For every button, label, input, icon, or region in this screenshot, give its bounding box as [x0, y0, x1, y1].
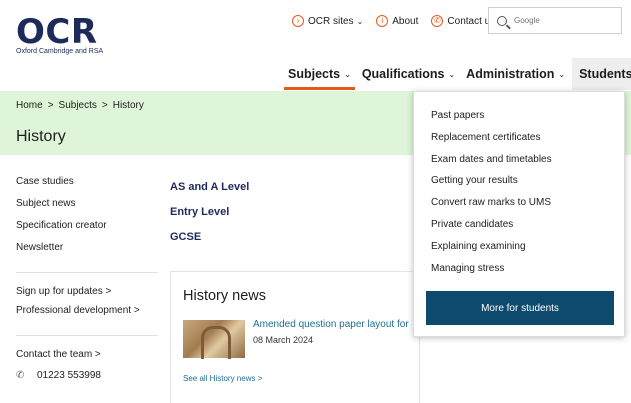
- news-panel: History news Amended question paper layo…: [170, 271, 420, 403]
- breadcrumb-separator: >: [47, 100, 54, 111]
- logo-text: OCR: [16, 12, 98, 52]
- chevron-down-icon: ⌄: [448, 69, 456, 79]
- students-menu-list: Past papers Replacement certificates Exa…: [431, 106, 552, 280]
- phone-circle-icon: ✆: [431, 15, 444, 27]
- chevron-down-icon: ⌄: [558, 69, 566, 79]
- nav-subjects[interactable]: Subjects ⌄: [284, 58, 355, 90]
- contact-team-link[interactable]: Contact the team >: [16, 349, 158, 361]
- menu-item-convert-ums[interactable]: Convert raw marks to UMS: [431, 193, 552, 215]
- ocr-sites-link[interactable]: › OCR sites ⌄: [292, 15, 363, 27]
- students-dropdown-menu: Past papers Replacement certificates Exa…: [413, 91, 625, 337]
- sidebar-link-newsletter[interactable]: Newsletter: [16, 242, 158, 264]
- qual-link-entry-level[interactable]: Entry Level: [170, 206, 249, 231]
- menu-item-past-papers[interactable]: Past papers: [431, 106, 552, 128]
- qual-link-gcse[interactable]: GCSE: [170, 231, 249, 256]
- breadcrumb-home[interactable]: Home: [16, 100, 43, 111]
- divider: [16, 335, 158, 336]
- nav-subjects-label: Subjects: [288, 67, 341, 81]
- news-title: History news: [183, 288, 266, 304]
- logo-subtitle: Oxford Cambridge and RSA: [16, 48, 104, 55]
- breadcrumb-current: History: [112, 100, 144, 111]
- more-for-students-button[interactable]: More for students: [426, 291, 614, 325]
- news-item-link[interactable]: Amended question paper layout for: [253, 319, 409, 330]
- search-input[interactable]: [514, 16, 614, 25]
- ocr-logo[interactable]: OCR Oxford Cambridge and RSA: [16, 14, 103, 55]
- search-box[interactable]: [488, 7, 622, 34]
- utility-bar: › OCR sites ⌄ i About ✆ Contact us: [292, 10, 508, 32]
- nav-students-label: Students: [579, 67, 631, 81]
- phone-icon: ✆: [16, 369, 25, 381]
- menu-item-results[interactable]: Getting your results: [431, 171, 552, 193]
- phone-row: ✆ 01223 553998: [16, 370, 158, 381]
- nav-qualifications-label: Qualifications: [361, 67, 445, 81]
- about-label: About: [392, 15, 419, 27]
- nav-students[interactable]: Students⌃: [572, 58, 631, 90]
- nav-administration-label: Administration: [466, 67, 555, 81]
- menu-item-private-candidates[interactable]: Private candidates: [431, 215, 552, 237]
- breadcrumb-subjects[interactable]: Subjects: [59, 100, 97, 111]
- contact-link[interactable]: ✆ Contact us: [431, 15, 495, 27]
- breadcrumb: Home > Subjects > History: [16, 100, 149, 111]
- qual-link-as-a-level[interactable]: AS and A Level: [170, 181, 249, 206]
- nav-qualifications[interactable]: Qualifications ⌄: [358, 58, 459, 90]
- breadcrumb-separator: >: [101, 100, 108, 111]
- page-title: History: [16, 128, 66, 145]
- about-link[interactable]: i About: [376, 15, 418, 27]
- chevron-down-icon: ⌄: [344, 69, 351, 79]
- news-item-date: 08 March 2024: [253, 335, 314, 345]
- divider: [16, 272, 158, 273]
- chevron-circle-icon: ›: [292, 15, 304, 27]
- professional-development-link[interactable]: Professional development >: [16, 305, 158, 327]
- menu-item-explaining-examining[interactable]: Explaining examining: [431, 237, 552, 259]
- menu-item-replacement-certificates[interactable]: Replacement certificates: [431, 128, 552, 150]
- ocr-sites-label: OCR sites: [308, 15, 354, 27]
- signup-link[interactable]: Sign up for updates >: [16, 286, 158, 305]
- search-icon: [497, 15, 507, 26]
- nav-administration[interactable]: Administration ⌄: [462, 58, 569, 90]
- menu-item-managing-stress[interactable]: Managing stress: [431, 259, 552, 281]
- left-sidebar: Case studies Subject news Specification …: [16, 176, 158, 381]
- qualification-links: AS and A Level Entry Level GCSE: [170, 181, 249, 256]
- see-all-news-link[interactable]: See all History news >: [183, 374, 262, 383]
- chevron-down-icon: ⌄: [356, 16, 364, 26]
- sidebar-link-case-studies[interactable]: Case studies: [16, 176, 158, 198]
- main-nav: Subjects ⌄ Qualifications ⌄ Administration…: [284, 58, 631, 90]
- info-icon: i: [376, 15, 389, 27]
- phone-number[interactable]: 01223 553998: [37, 370, 101, 381]
- sidebar-link-subject-news[interactable]: Subject news: [16, 198, 158, 220]
- news-thumbnail[interactable]: [183, 320, 245, 359]
- sidebar-link-specification-creator[interactable]: Specification creator: [16, 220, 158, 242]
- menu-item-exam-dates[interactable]: Exam dates and timetables: [431, 150, 552, 172]
